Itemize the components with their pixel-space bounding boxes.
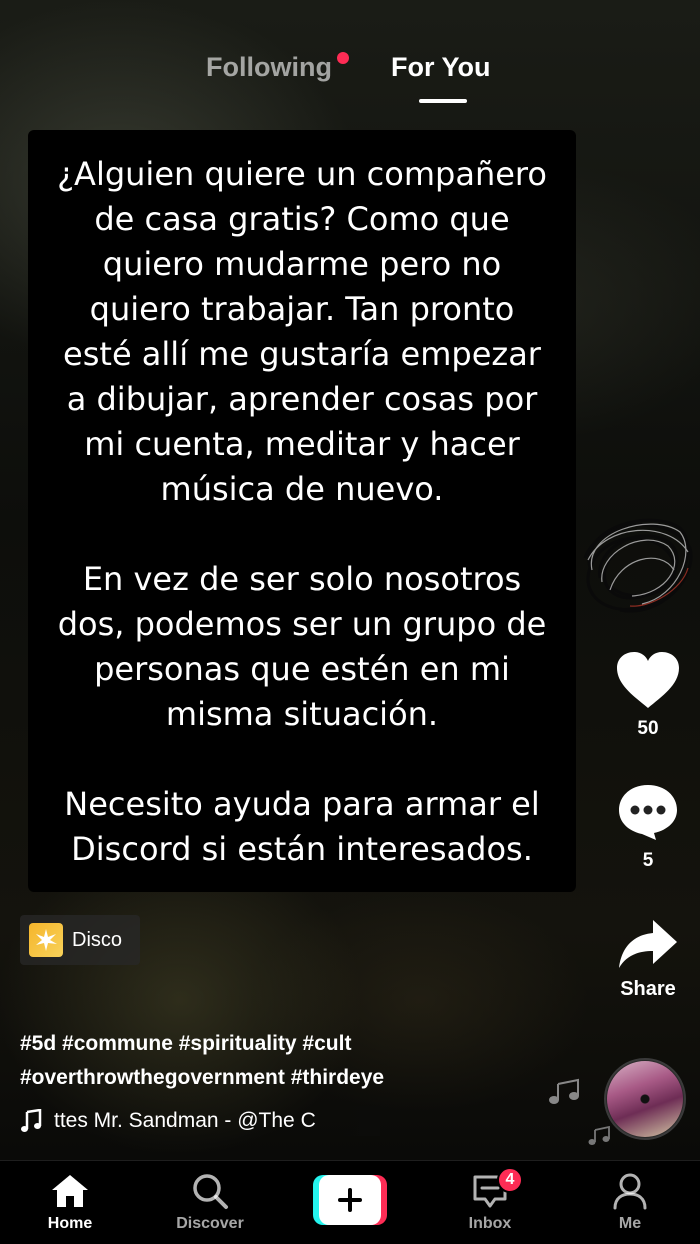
share-label: Share (620, 978, 676, 1000)
effect-label: Disco (72, 928, 123, 951)
comment-count: 5 (642, 850, 654, 871)
album-art (607, 1061, 683, 1137)
search-icon (193, 1174, 228, 1209)
share-arrow-icon (619, 920, 677, 968)
hashtags[interactable]: #5d #commune #spirituality #cult #overth… (20, 1027, 580, 1095)
caption-paragraph: ¿Alguien quiere un compañero de casa gra… (57, 155, 547, 508)
hashtag-line[interactable]: #overthrowthegovernment #thirdeye (20, 1061, 580, 1095)
nav-label: Me (618, 1215, 642, 1232)
music-disc[interactable] (604, 1058, 686, 1140)
like-button[interactable]: 50 (600, 650, 696, 740)
create-button[interactable] (313, 1175, 387, 1225)
tab-following[interactable]: Following (206, 52, 332, 83)
nav-discover[interactable]: Discover (160, 1171, 260, 1233)
nav-label: Home (47, 1215, 93, 1232)
share-button[interactable]: Share (600, 918, 696, 1001)
following-notification-dot (337, 52, 349, 64)
tab-for-you[interactable]: For You (391, 52, 491, 83)
plus-icon (338, 1188, 362, 1212)
nav-home[interactable]: Home (20, 1171, 120, 1233)
profile-icon (613, 1173, 647, 1210)
music-fade (340, 1106, 380, 1136)
caption-card: ¿Alguien quiere un compañero de casa gra… (28, 130, 576, 892)
comment-button[interactable]: 5 (600, 782, 696, 872)
home-icon (52, 1175, 88, 1207)
floating-note-icon (588, 1126, 610, 1145)
comment-bubble-icon (619, 785, 677, 840)
hashtag-line[interactable]: #5d #commune #spirituality #cult (20, 1027, 580, 1061)
caption-paragraph: En vez de ser solo nosotros dos, podemos… (57, 560, 547, 733)
heart-icon (617, 652, 679, 708)
music-marquee[interactable]: ttes Mr. Sandman - @The C (20, 1106, 380, 1136)
effect-sparkle-icon (29, 923, 63, 957)
scribble-redaction (583, 518, 693, 613)
effect-chip[interactable]: Disco (20, 915, 140, 965)
music-title: ttes Mr. Sandman - @The C (54, 1109, 316, 1132)
active-tab-indicator (419, 99, 467, 103)
feed-tabs: Following For You (0, 52, 700, 112)
inbox-badge: 4 (497, 1167, 523, 1193)
nav-inbox[interactable]: 4 Inbox (440, 1167, 540, 1233)
nav-me[interactable]: Me (580, 1171, 680, 1233)
music-note-icon (21, 1109, 42, 1132)
floating-note-icon (549, 1078, 579, 1104)
caption-paragraph: Necesito ayuda para armar el Discord si … (64, 785, 540, 868)
nav-label: Inbox (468, 1215, 512, 1232)
like-count: 50 (637, 718, 659, 739)
nav-label: Discover (176, 1215, 244, 1232)
